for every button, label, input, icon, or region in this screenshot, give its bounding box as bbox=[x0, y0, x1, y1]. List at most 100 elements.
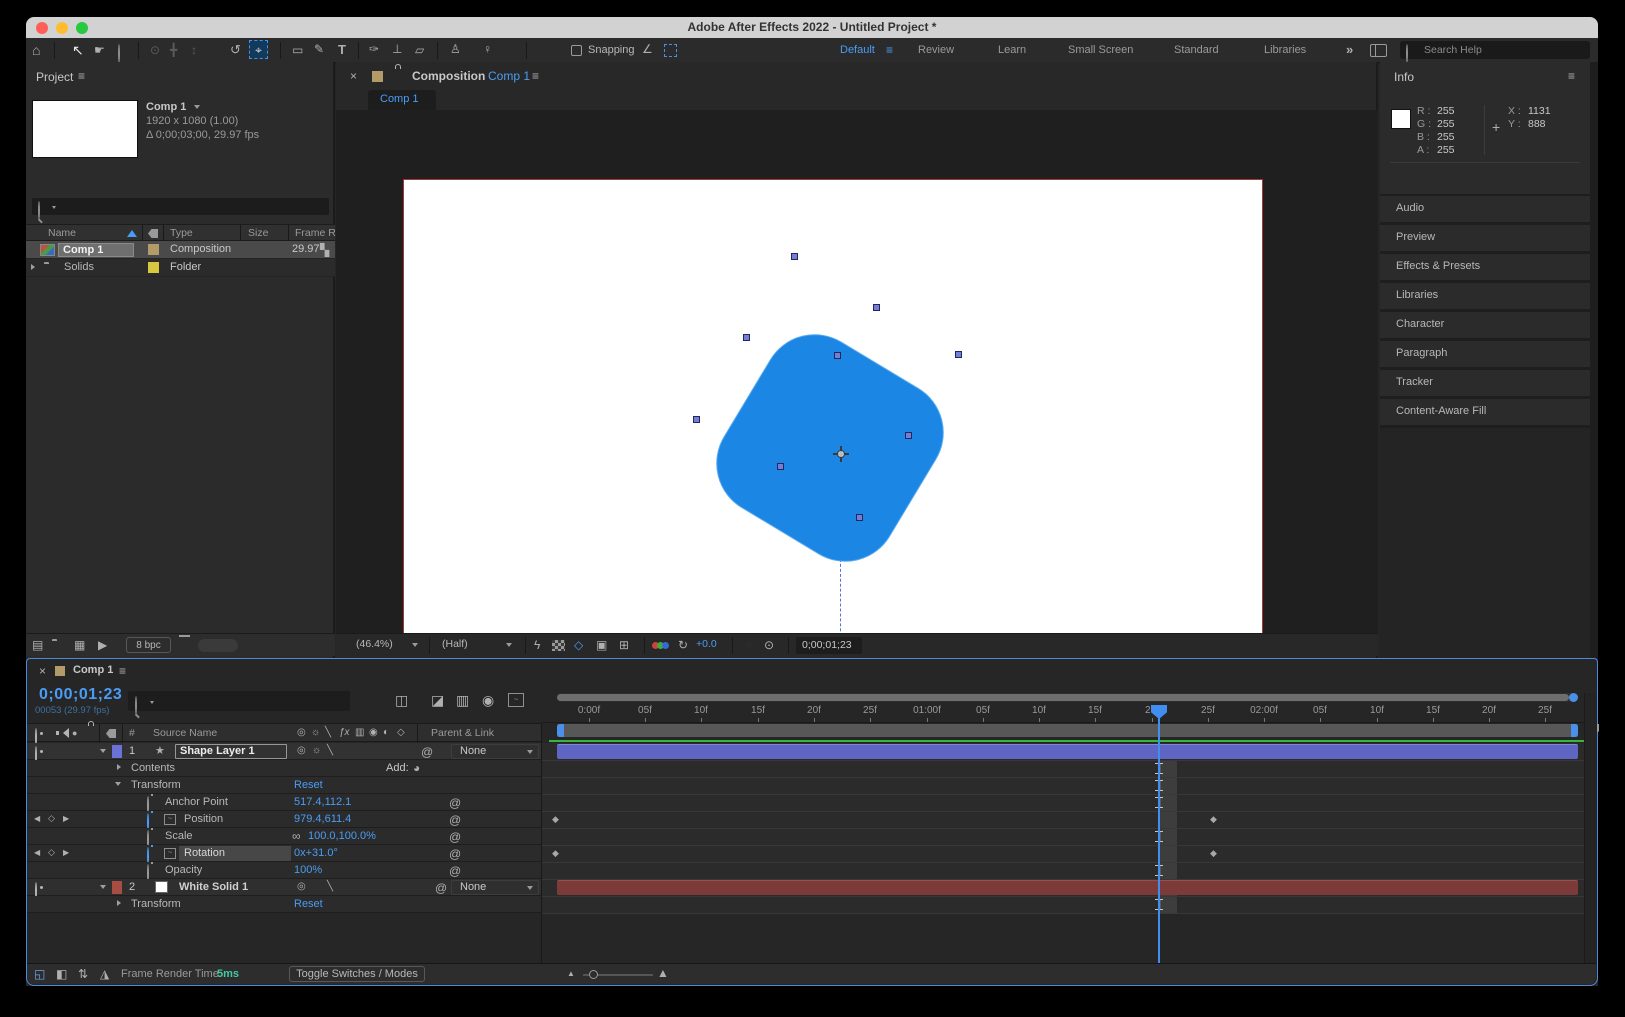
hand-tool[interactable]: ☛ bbox=[94, 44, 105, 56]
frame-blending-icon[interactable]: ▥ bbox=[456, 693, 469, 707]
layer-name[interactable]: White Solid 1 bbox=[179, 881, 248, 894]
new-composition-icon[interactable]: ▦ bbox=[74, 639, 85, 651]
transparency-grid-icon[interactable] bbox=[552, 640, 565, 651]
type-tool[interactable]: T bbox=[338, 43, 346, 56]
layer-name-box[interactable]: Shape Layer 1 bbox=[175, 744, 287, 759]
selection-handle[interactable] bbox=[873, 304, 880, 311]
preview-timecode-box[interactable]: 0;00;01;23 bbox=[796, 637, 862, 654]
position-value[interactable]: 979.4,611.4 bbox=[294, 813, 351, 826]
workspace-tab-review[interactable]: Review bbox=[918, 44, 954, 57]
opacity-label[interactable]: Opacity bbox=[165, 864, 202, 877]
timeline-tab-comp1[interactable]: Comp 1 bbox=[73, 664, 113, 677]
sort-ascending-icon[interactable] bbox=[127, 230, 137, 237]
anchor-point-value[interactable]: 517.4,112.1 bbox=[294, 796, 351, 809]
quality-switch-icon[interactable]: ╲ bbox=[327, 746, 333, 756]
mask-visibility-icon[interactable]: ◇ bbox=[574, 639, 583, 651]
viewer-tab-comp1[interactable]: Comp 1 bbox=[368, 90, 436, 110]
prev-keyframe-icon[interactable]: ◀ bbox=[34, 815, 40, 823]
clone-stamp-tool[interactable]: ⊥ bbox=[392, 43, 402, 55]
next-keyframe-icon[interactable]: ▶ bbox=[63, 815, 69, 823]
quality-switch-icon[interactable]: ╲ bbox=[327, 882, 333, 892]
layer-expand-icon[interactable] bbox=[100, 749, 106, 756]
property-row-contents[interactable]: Contents Add: ◕ bbox=[27, 760, 541, 777]
time-ruler[interactable]: 0:00f 05f 10f 15f 20f 25f 01:00f 05f 10f… bbox=[542, 703, 1584, 723]
transform-label[interactable]: Transform bbox=[131, 779, 181, 792]
home-icon[interactable]: ⌂ bbox=[32, 43, 40, 57]
close-panel-icon[interactable]: × bbox=[350, 70, 357, 82]
project-row-comp1[interactable]: Comp 1 Composition 29.97 ▚ bbox=[26, 241, 335, 259]
work-area-start-handle[interactable] bbox=[557, 724, 564, 737]
parent-select[interactable]: None bbox=[451, 880, 539, 895]
roto-brush-tool[interactable]: ♙ bbox=[450, 43, 461, 55]
selection-handle[interactable] bbox=[834, 352, 841, 359]
column-name[interactable]: Name bbox=[48, 227, 76, 240]
motion-blur-icon[interactable]: ◉ bbox=[482, 693, 494, 707]
layer-row-white-solid-1[interactable]: 2 White Solid 1 ◎ ╲ @ None bbox=[27, 879, 541, 896]
info-panel-menu-icon[interactable]: ≡ bbox=[1568, 70, 1575, 82]
in-out-columns-icon[interactable]: ⇅ bbox=[78, 968, 88, 980]
panel-comp-name[interactable]: Comp 1 bbox=[488, 69, 530, 83]
timeline-zoom-thumb[interactable] bbox=[589, 970, 598, 979]
grid-guides-icon[interactable]: ⊞ bbox=[619, 639, 629, 651]
pickwhip-icon[interactable]: @ bbox=[435, 882, 447, 894]
expand-transform-icon[interactable] bbox=[117, 900, 124, 906]
rotation-graph-icon[interactable]: ~ bbox=[164, 848, 176, 859]
snap-angle-icon[interactable]: ∠ bbox=[642, 43, 653, 55]
property-row-transform-solid[interactable]: Transform Reset bbox=[27, 896, 541, 913]
transform-reset-link[interactable]: Reset bbox=[294, 779, 323, 792]
frame-blend-column-icon[interactable]: ▥ bbox=[355, 728, 364, 738]
resolution-dropdown[interactable]: (Half) bbox=[442, 638, 468, 651]
position-label[interactable]: Position bbox=[184, 813, 223, 826]
source-name-column[interactable]: Source Name bbox=[153, 727, 217, 740]
item-name-chip[interactable]: Comp 1 bbox=[58, 243, 134, 257]
rotation-value[interactable]: 0x+31.0° bbox=[294, 847, 338, 860]
selection-handle[interactable] bbox=[905, 432, 912, 439]
scale-label[interactable]: Scale bbox=[165, 830, 193, 843]
layer-expand-icon[interactable] bbox=[100, 885, 106, 892]
transform-reset-link[interactable]: Reset bbox=[294, 898, 323, 911]
add-shape-icon[interactable]: ◕ bbox=[413, 762, 420, 774]
zoom-in-mountain-icon[interactable]: ▲ bbox=[657, 967, 669, 979]
panel-tab-audio[interactable]: Audio bbox=[1380, 196, 1590, 222]
playhead-line[interactable] bbox=[1158, 705, 1160, 965]
magnification-dropdown[interactable]: (46.4%) bbox=[356, 638, 393, 651]
pickwhip-icon[interactable]: @ bbox=[449, 865, 461, 877]
dolly-camera-tool[interactable]: ↕ bbox=[191, 44, 197, 56]
position-graph-icon[interactable]: ~ bbox=[164, 814, 176, 825]
collapse-switch-icon[interactable]: ☼ bbox=[312, 746, 321, 756]
bit-depth-button[interactable]: 8 bpc bbox=[126, 637, 171, 653]
label-color-swatch[interactable] bbox=[148, 244, 159, 255]
exposure-value[interactable]: +0.0 bbox=[696, 638, 717, 651]
expand-contents-icon[interactable] bbox=[117, 764, 124, 770]
add-keyframe-icon[interactable]: ◇ bbox=[48, 848, 55, 857]
quality-column-icon[interactable]: ╲ bbox=[325, 728, 331, 738]
workspace-tab-learn[interactable]: Learn bbox=[998, 44, 1026, 57]
anchor-point-icon[interactable] bbox=[833, 446, 849, 462]
collapse-transform-icon[interactable] bbox=[115, 782, 121, 789]
position-keyframe[interactable]: ◆ bbox=[1210, 815, 1217, 824]
pen-tool[interactable]: ✎ bbox=[314, 43, 324, 55]
solo-column-icon[interactable]: ● bbox=[72, 729, 77, 738]
help-search-box[interactable]: Search Help bbox=[1400, 41, 1590, 59]
panel-title[interactable]: Composition bbox=[412, 69, 485, 83]
rotation-tool[interactable]: ↺ bbox=[230, 43, 241, 56]
render-queue-icon[interactable]: ▶ bbox=[98, 639, 107, 651]
shy-switch-icon[interactable]: ◎ bbox=[297, 746, 306, 756]
selection-handle[interactable] bbox=[856, 514, 863, 521]
pickwhip-icon[interactable]: @ bbox=[421, 746, 433, 758]
resolution-caret-icon[interactable] bbox=[506, 643, 512, 650]
workspace-tab-small-screen[interactable]: Small Screen bbox=[1068, 44, 1133, 57]
solid-layer-duration-bar[interactable] bbox=[557, 880, 1578, 895]
layer-label-chip[interactable] bbox=[112, 881, 122, 894]
parent-select[interactable]: None bbox=[451, 744, 539, 759]
eraser-tool[interactable]: ▱ bbox=[415, 44, 424, 56]
prev-keyframe-icon[interactable]: ◀ bbox=[34, 849, 40, 857]
layer-number-column[interactable]: # bbox=[129, 727, 135, 740]
label-column-tag-icon[interactable] bbox=[148, 229, 158, 238]
expand-folder-icon[interactable] bbox=[31, 264, 38, 270]
layer-label-chip[interactable] bbox=[112, 745, 122, 758]
orbit-camera-tool[interactable]: ⊙ bbox=[150, 44, 160, 56]
pickwhip-icon[interactable]: @ bbox=[449, 814, 461, 826]
panel-tab-content-aware-fill[interactable]: Content-Aware Fill bbox=[1380, 399, 1590, 425]
item-name[interactable]: Solids bbox=[64, 261, 94, 274]
